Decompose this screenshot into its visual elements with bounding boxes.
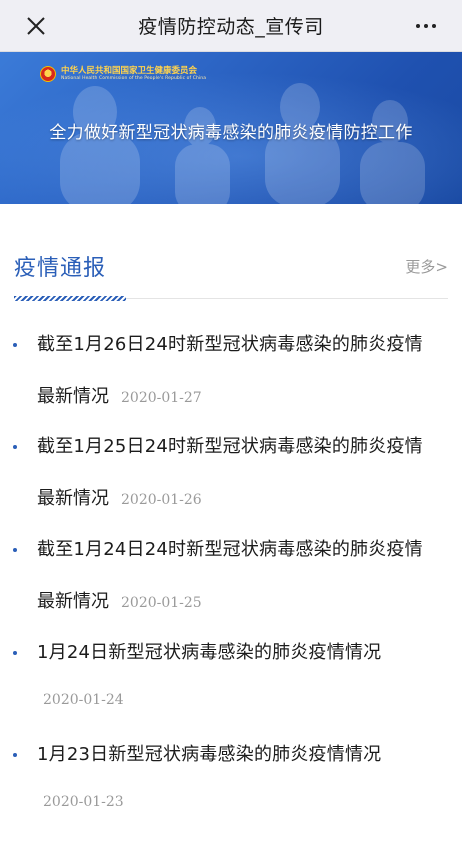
bullet-icon: [13, 753, 17, 757]
bullet-icon: [13, 445, 17, 449]
news-title-line2: 最新情况: [37, 591, 109, 612]
news-title-line2: 最新情况: [37, 386, 109, 407]
bullet-icon: [13, 651, 17, 655]
organization-name-cn: 中华人民共和国国家卫生健康委员会: [61, 66, 198, 76]
bullet-icon: [13, 343, 17, 347]
news-date: 2020-01-25: [121, 595, 202, 611]
organization-name-en: National Health Commission of the People…: [61, 76, 207, 81]
more-dots-icon[interactable]: [412, 12, 440, 40]
page-title: 疫情防控动态_宣传司: [138, 16, 324, 38]
news-date: 2020-01-27: [121, 390, 202, 406]
news-title[interactable]: 截至1月26日24时新型冠状病毒感染的肺炎疫情: [37, 330, 423, 356]
close-icon[interactable]: [22, 12, 50, 40]
news-title[interactable]: 1月24日新型冠状病毒感染的肺炎疫情情况: [37, 638, 381, 664]
banner-slogan: 全力做好新型冠状病毒感染的肺炎疫情防控工作: [49, 123, 413, 143]
section-header: 疫情通报 更多>: [14, 250, 448, 286]
section-divider: [14, 296, 448, 301]
banner[interactable]: 中华人民共和国国家卫生健康委员会 National Health Commiss…: [0, 52, 462, 204]
news-date: 2020-01-26: [121, 492, 202, 508]
bullet-icon: [13, 548, 17, 552]
news-title-line2: 最新情况: [37, 488, 109, 509]
national-emblem-icon: [40, 66, 56, 82]
news-title[interactable]: 截至1月25日24时新型冠状病毒感染的肺炎疫情: [37, 432, 423, 458]
news-title-continued[interactable]: 最新情况 2020-01-27: [37, 382, 202, 408]
news-title[interactable]: 截至1月24日24时新型冠状病毒感染的肺炎疫情: [37, 535, 423, 561]
top-bar: 疫情防控动态_宣传司: [0, 0, 462, 52]
organization-logo: 中华人民共和国国家卫生健康委员会 National Health Commiss…: [40, 66, 206, 82]
more-link[interactable]: 更多>: [405, 256, 448, 277]
news-title[interactable]: 1月23日新型冠状病毒感染的肺炎疫情情况: [37, 740, 381, 766]
news-date: 2020-01-24: [43, 692, 124, 708]
news-date: 2020-01-23: [43, 794, 124, 810]
divider-accent-stripe: [14, 296, 126, 301]
news-title-continued[interactable]: 最新情况 2020-01-25: [37, 587, 202, 613]
news-title-continued[interactable]: 最新情况 2020-01-26: [37, 484, 202, 510]
section-title: 疫情通报: [14, 256, 107, 281]
